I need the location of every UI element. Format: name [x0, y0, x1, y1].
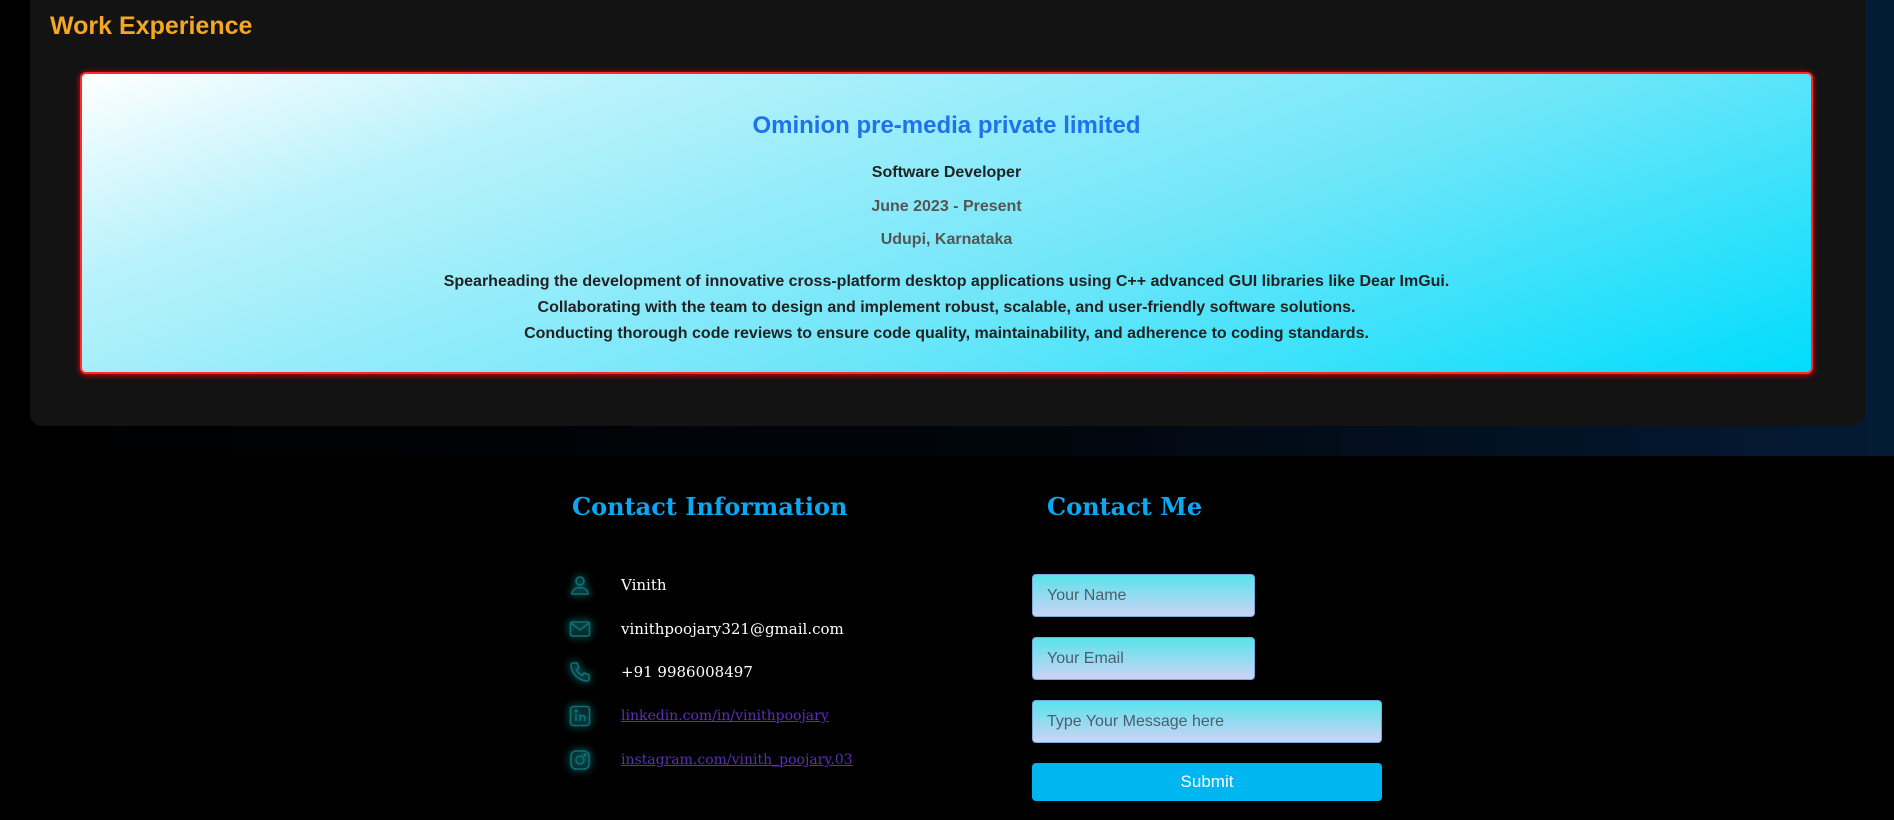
message-input[interactable]: [1032, 700, 1382, 743]
contact-phone: +91 9986008497: [621, 663, 753, 681]
contact-me-title: Contact Me: [1047, 492, 1203, 521]
contact-name: Vinith: [621, 576, 667, 594]
job-card: Ominion pre-media private limited Softwa…: [80, 72, 1813, 374]
email-input[interactable]: [1032, 637, 1255, 680]
duty-item: Collaborating with the team to design an…: [537, 299, 1356, 316]
contact-email: vinithpoojary321@gmail.com: [621, 620, 844, 638]
job-location: Udupi, Karnataka: [880, 231, 1013, 248]
linkedin-link[interactable]: linkedin.com/in/vinithpoojary: [621, 708, 829, 724]
linkedin-icon: [565, 701, 595, 731]
phone-icon: [565, 657, 595, 687]
duty-item: Conducting thorough code reviews to ensu…: [524, 325, 1369, 342]
submit-button[interactable]: Submit: [1032, 763, 1382, 801]
instagram-icon: [565, 745, 595, 775]
contact-instagram-row: instagram.com/vinith_poojary.03: [565, 745, 853, 775]
contact-info-title: Contact Information: [572, 492, 848, 521]
duty-item: Spearheading the development of innovati…: [443, 273, 1450, 290]
job-role: Software Developer: [871, 164, 1022, 181]
contact-name-row: Vinith: [565, 570, 667, 600]
work-experience-section: Work Experience Ominion pre-media privat…: [30, 0, 1865, 426]
mail-icon: [565, 614, 595, 644]
instagram-link[interactable]: instagram.com/vinith_poojary.03: [621, 752, 853, 768]
contact-phone-row: +91 9986008497: [565, 657, 753, 687]
duty-list: Spearheading the development of innovati…: [82, 269, 1811, 347]
contact-email-row: vinithpoojary321@gmail.com: [565, 614, 844, 644]
section-title: Work Experience: [50, 12, 253, 40]
contact-linkedin-row: linkedin.com/in/vinithpoojary: [565, 701, 829, 731]
user-icon: [565, 570, 595, 600]
name-input[interactable]: [1032, 574, 1255, 617]
job-dates: June 2023 - Present: [871, 198, 1022, 215]
company-name: Ominion pre-media private limited: [752, 112, 1141, 139]
